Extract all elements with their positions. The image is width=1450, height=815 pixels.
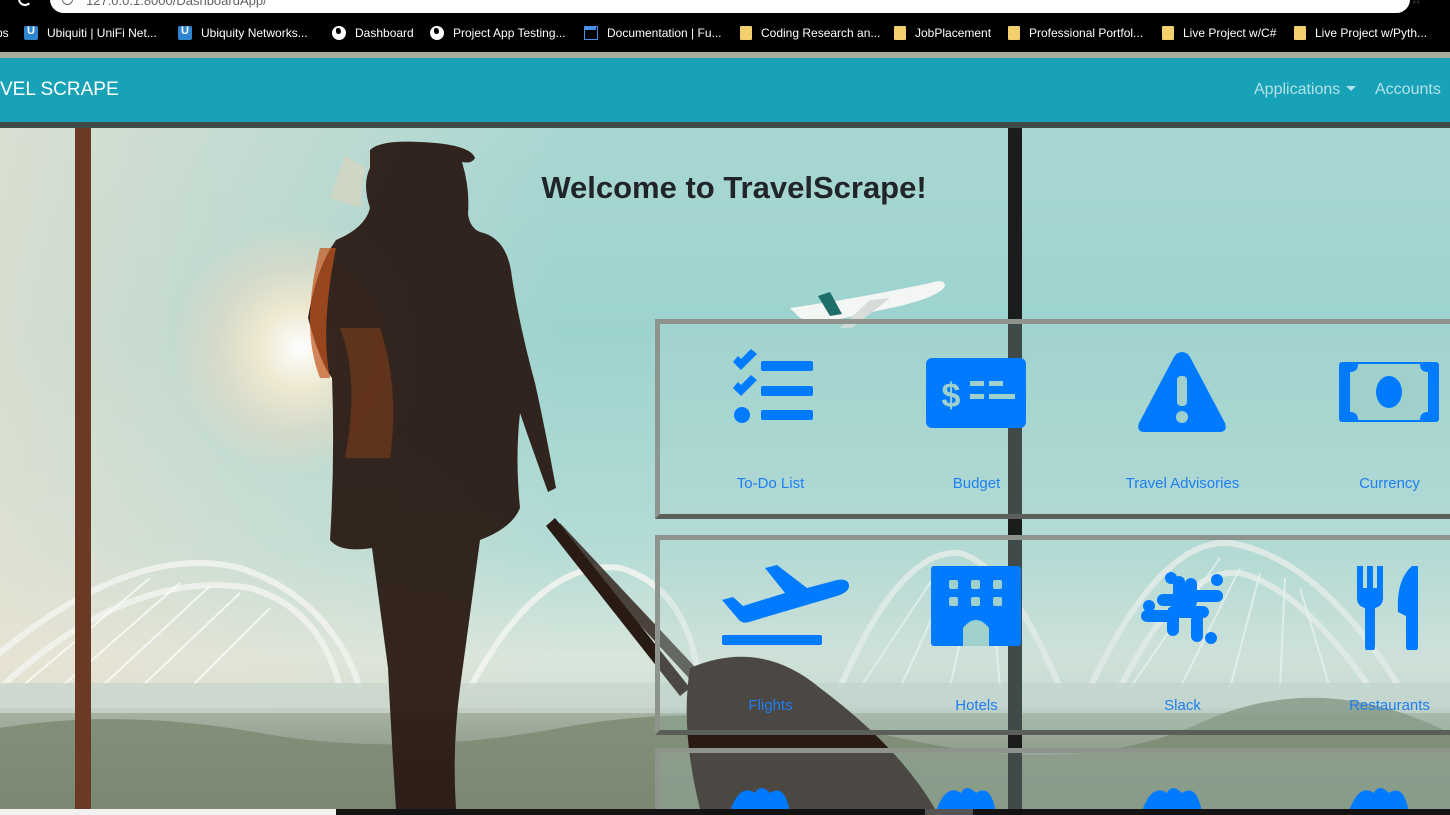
budget-tile[interactable]: $ Budget (873, 324, 1080, 514)
bookmarks-bar: ps Ubiquiti | UniFi Net... Ubiquity Netw… (0, 15, 1450, 52)
money-check-icon: $ (926, 358, 1026, 428)
travel-advisories-tile[interactable]: Travel Advisories (1079, 324, 1286, 514)
apps-row-1: To-Do List $ Budget Travel Advisories Cu… (655, 319, 1450, 519)
page-title: Welcome to TravelScrape! (541, 170, 927, 205)
globe-icon (332, 26, 346, 40)
flights-tile[interactable]: Flights (667, 540, 874, 730)
tile-label: To-Do List (736, 475, 805, 492)
bookmark-item[interactable]: Ubiquiti | UniFi Net... (24, 25, 157, 41)
todo-tile[interactable]: To-Do List (667, 324, 874, 514)
apps-row-3 (655, 748, 1450, 809)
bookmark-item[interactable]: Live Project w/C# (1162, 25, 1276, 41)
bookmark-label: Live Project w/C# (1183, 26, 1277, 40)
bookmark-item[interactable]: Coding Research an... (740, 25, 880, 41)
restaurants-tile[interactable]: Restaurants (1286, 540, 1450, 730)
bookmark-label: Ubiquity Networks... (201, 26, 308, 40)
svg-text:$: $ (942, 377, 961, 415)
tasks-icon (733, 349, 813, 423)
hotel-icon (931, 566, 1021, 646)
bookmark-item[interactable]: Documentation | Fu... (584, 25, 722, 41)
bookmark-item[interactable]: Ubiquity Networks... (178, 25, 308, 41)
hotels-tile[interactable]: Hotels (873, 540, 1080, 730)
folder-icon (1162, 26, 1174, 40)
partial-icons-row (730, 788, 1409, 809)
accounts-link[interactable]: Accounts (1375, 81, 1441, 99)
bookmark-label: Professional Portfol... (1029, 26, 1144, 40)
tile-label: Restaurants (1349, 697, 1430, 714)
slack-tile[interactable]: Slack (1079, 540, 1286, 730)
tile-label: Slack (1164, 697, 1201, 714)
reload-icon[interactable] (18, 0, 32, 6)
scrollbar-track-dark (336, 809, 1450, 815)
plane-departure-icon (722, 565, 849, 645)
applications-label: Applications (1254, 81, 1341, 98)
applications-dropdown[interactable]: Applications (1254, 81, 1357, 99)
bookmark-label: Documentation | Fu... (607, 26, 722, 40)
tile-label: Budget (952, 475, 1001, 492)
folder-icon (1294, 26, 1306, 40)
tile-label: Hotels (955, 697, 998, 714)
folder-icon (740, 26, 752, 40)
slack-icon (1141, 572, 1223, 644)
bookmark-label: Project App Testing... (453, 26, 566, 40)
bookmark-label: Live Project w/Pyth... (1315, 26, 1428, 40)
apps-row-2: Flights Hotels Slack Restaurants (655, 535, 1450, 735)
bookmark-item[interactable]: Live Project w/Pyth... (1294, 25, 1427, 41)
url-text[interactable]: 127.0.0.1:8000/DashboardApp/ (86, 0, 267, 8)
partial-icon (730, 788, 790, 809)
bookmark-label: Ubiquiti | UniFi Net... (47, 26, 157, 40)
folder-icon (894, 26, 906, 40)
folder-icon (1008, 26, 1020, 40)
horizontal-scrollbar[interactable] (0, 809, 1450, 815)
navbar: VEL SCRAPE Applications Accounts (0, 58, 1450, 122)
bookmark-item[interactable]: ps (0, 25, 9, 41)
utensils-icon (1357, 566, 1418, 650)
unifi-icon (24, 25, 38, 40)
globe-icon (430, 26, 444, 40)
bookmark-item[interactable]: Professional Portfol... (1008, 25, 1143, 41)
unifi-icon (178, 25, 192, 40)
bookmark-label: JobPlacement (915, 26, 992, 40)
bookmark-star-icon[interactable]: ☆ (1410, 0, 1426, 7)
currency-tile[interactable]: Currency (1286, 324, 1450, 514)
bookmark-item[interactable]: Project App Testing... (430, 25, 566, 41)
tile-label: Travel Advisories (1125, 475, 1240, 492)
address-bar: 127.0.0.1:8000/DashboardApp/ ☆ (0, 0, 1450, 15)
warning-icon (1138, 352, 1226, 432)
bookmark-item[interactable]: JobPlacement (894, 25, 991, 41)
bookmark-label: Coding Research an... (761, 26, 881, 40)
navbar-brand[interactable]: VEL SCRAPE (0, 79, 119, 101)
bookmark-item[interactable]: Dashboard (332, 25, 414, 41)
bookmark-label: Dashboard (355, 26, 414, 40)
document-icon (584, 26, 598, 40)
tile-label: Flights (748, 697, 793, 714)
hero-section: Welcome to TravelScrape! To-Do List $ Bu… (0, 128, 1450, 809)
bookmark-label: ps (0, 26, 9, 40)
money-bill-icon (1339, 362, 1439, 422)
caret-down-icon (1346, 86, 1357, 91)
tile-label: Currency (1359, 475, 1420, 492)
scrollbar-thumb[interactable] (925, 809, 973, 815)
